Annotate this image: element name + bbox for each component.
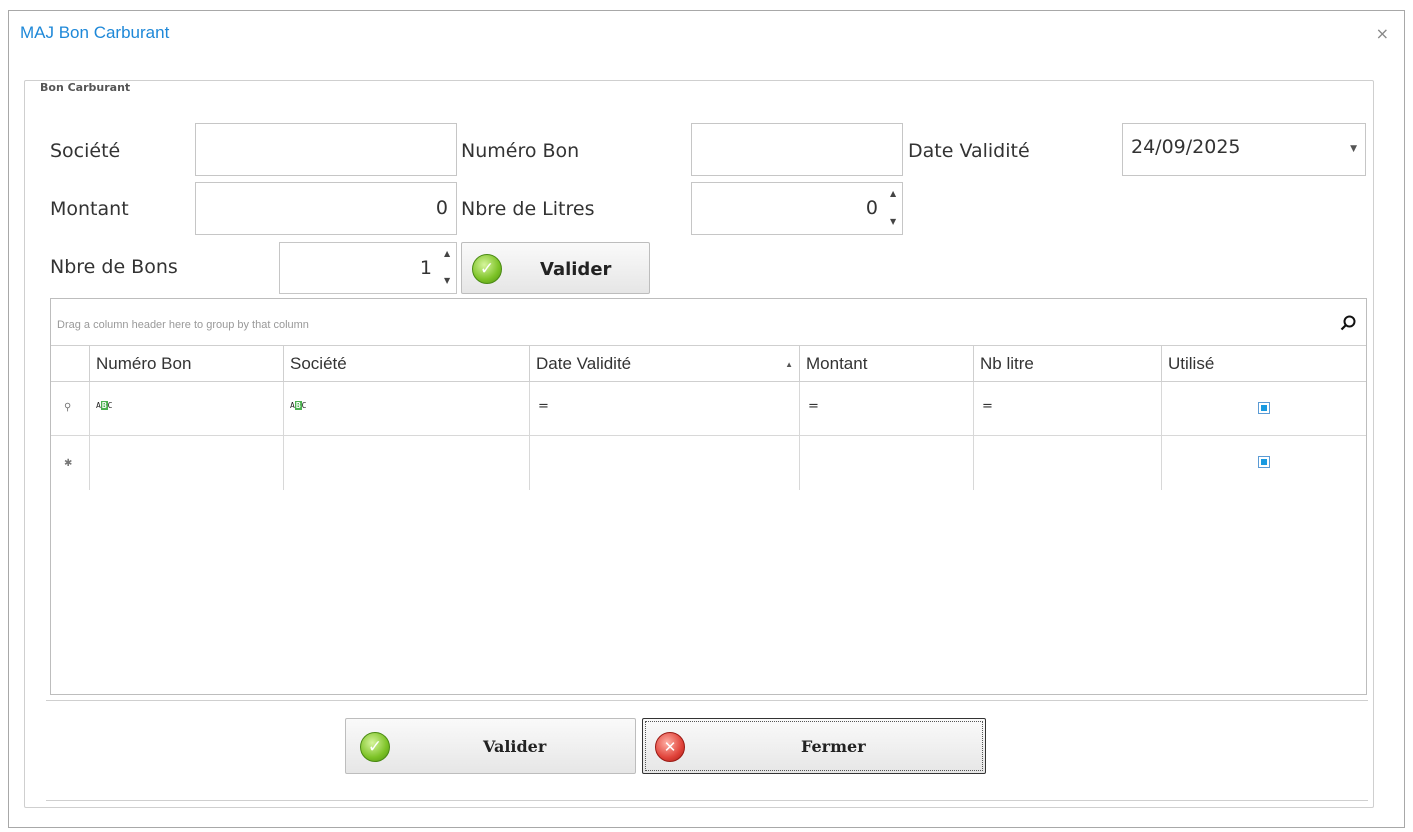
spin-down-icon[interactable]: ▼ <box>890 217 896 226</box>
header-label: Numéro Bon <box>96 354 192 373</box>
divider <box>46 700 1368 701</box>
column-header-societe[interactable]: Société <box>283 346 529 381</box>
spin-up-icon[interactable]: ▲ <box>890 189 896 198</box>
text-filter-icon: ABC <box>96 401 113 410</box>
search-icon[interactable] <box>1340 315 1356 331</box>
sort-ascending-icon: ▲ <box>785 360 793 369</box>
utilise-filter-checkbox[interactable] <box>1258 402 1270 414</box>
spinner-buttons[interactable]: ▲ ▼ <box>888 183 900 234</box>
montant-value: 0 <box>435 197 448 219</box>
societe-input[interactable] <box>195 123 457 176</box>
column-header-date-validite[interactable]: Date Validité ▲ <box>529 346 799 381</box>
check-icon: ✓ <box>360 732 390 762</box>
valider-add-label: Valider <box>540 259 612 280</box>
valider-add-button[interactable]: ✓ Valider <box>461 242 650 294</box>
nbre-litres-value: 0 <box>865 197 878 219</box>
grid-header: Numéro Bon Société Date Validité ▲ Montan… <box>51 345 1366 382</box>
column-header-nb-litre[interactable]: Nb litre <box>973 346 1161 381</box>
new-cell-numero-bon[interactable] <box>89 436 283 490</box>
equals-filter-icon: = <box>538 399 549 414</box>
close-circle-icon: ✕ <box>655 732 685 762</box>
date-validite-dropdown[interactable]: 24/09/2025 ▼ <box>1122 123 1366 176</box>
text-filter-icon: ABC <box>290 401 307 410</box>
bons-grid: Drag a column header here to group by th… <box>50 298 1367 695</box>
filter-cell-date-validite[interactable]: = <box>529 382 799 435</box>
filter-row-indicator-icon: ⚲ <box>64 402 72 413</box>
montant-input[interactable]: 0 <box>195 182 457 235</box>
filter-cell-numero-bon[interactable]: ABC <box>89 382 283 435</box>
new-cell-date-validite[interactable] <box>529 436 799 490</box>
filter-cell-utilise[interactable] <box>1161 382 1366 435</box>
new-item-row: ✱ <box>51 436 1366 490</box>
group-panel-hint: Drag a column header here to group by th… <box>57 319 309 331</box>
numero-bon-input[interactable] <box>691 123 903 176</box>
divider-bottom <box>46 800 1368 801</box>
filter-cell-montant[interactable]: = <box>799 382 973 435</box>
header-label: Montant <box>806 354 868 373</box>
column-header-utilise[interactable]: Utilisé <box>1161 346 1366 381</box>
close-icon[interactable]: × <box>1376 24 1389 43</box>
nbre-litres-spinner[interactable]: 0 ▲ ▼ <box>691 182 903 235</box>
chevron-down-icon[interactable]: ▼ <box>1350 144 1357 154</box>
spinner-buttons[interactable]: ▲ ▼ <box>442 243 454 293</box>
dialog-title: MAJ Bon Carburant <box>20 23 170 42</box>
numero-bon-label: Numéro Bon <box>461 140 580 162</box>
valider-button-label: Valider <box>483 737 547 756</box>
spin-down-icon[interactable]: ▼ <box>444 276 450 285</box>
new-row-indicator-icon: ✱ <box>64 458 73 469</box>
filter-cell-nb-litre[interactable]: = <box>973 382 1161 435</box>
new-cell-utilise[interactable] <box>1161 436 1366 490</box>
group-legend: Bon Carburant <box>36 81 135 94</box>
valider-button[interactable]: ✓ Valider <box>345 718 636 774</box>
fermer-button-label: Fermer <box>801 737 866 756</box>
new-cell-nb-litre[interactable] <box>973 436 1161 490</box>
date-validite-value: 24/09/2025 <box>1131 136 1241 158</box>
fermer-button[interactable]: ✕ Fermer <box>642 718 986 774</box>
date-validite-label: Date Validité <box>908 140 1030 162</box>
header-label: Utilisé <box>1168 354 1215 373</box>
filter-row: ⚲ ABC ABC = = = <box>51 382 1366 436</box>
header-label: Nb litre <box>980 354 1034 373</box>
utilise-new-checkbox[interactable] <box>1258 456 1270 468</box>
equals-filter-icon: = <box>982 399 993 414</box>
equals-filter-icon: = <box>808 399 819 414</box>
new-cell-montant[interactable] <box>799 436 973 490</box>
row-indicator-header <box>51 346 89 381</box>
column-header-numero-bon[interactable]: Numéro Bon <box>89 346 283 381</box>
new-cell-societe[interactable] <box>283 436 529 490</box>
header-label: Date Validité <box>536 354 632 373</box>
check-icon: ✓ <box>472 254 502 284</box>
nbre-litres-label: Nbre de Litres <box>461 198 595 220</box>
spin-up-icon[interactable]: ▲ <box>444 249 450 258</box>
header-label: Société <box>290 354 347 373</box>
nbre-bons-spinner[interactable]: 1 ▲ ▼ <box>279 242 457 294</box>
montant-label: Montant <box>50 198 129 220</box>
nbre-bons-value: 1 <box>419 257 432 279</box>
societe-label: Société <box>50 140 121 162</box>
filter-cell-societe[interactable]: ABC <box>283 382 529 435</box>
nbre-bons-label: Nbre de Bons <box>50 256 178 278</box>
column-header-montant[interactable]: Montant <box>799 346 973 381</box>
